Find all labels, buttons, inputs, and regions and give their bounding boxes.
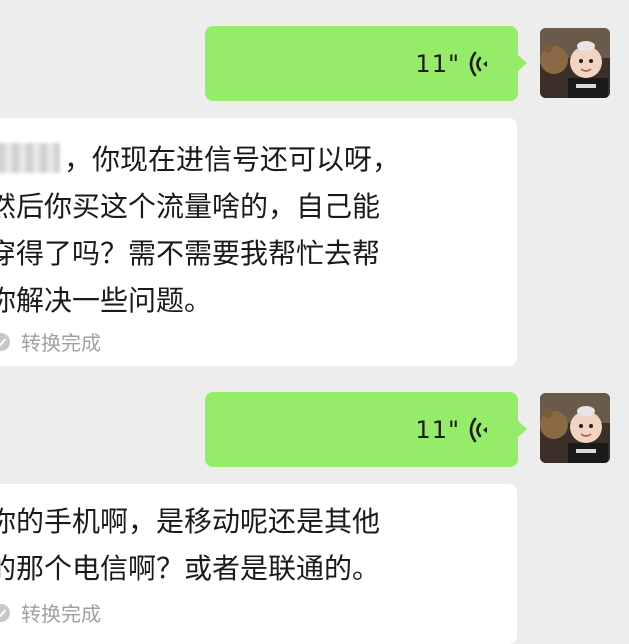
check-circle-icon [0,332,10,351]
transcript-card: 你的手机啊，是移动呢还是其他 的那个电信啊？或者是联通的。 转换完成 [0,484,517,644]
transcript-line: 你解决一些问题。 [0,284,213,317]
voice-wave-icon [469,417,487,443]
blurred-name [0,143,60,173]
voice-duration: 11" [415,50,460,78]
check-circle-icon [0,603,10,622]
transcript-line: 穿得了吗？需不需要我帮忙去帮 [0,237,381,270]
transcript-line: 你的手机啊，是移动呢还是其他 [0,505,381,538]
avatar[interactable] [540,393,610,463]
status-label: 转换完成 [21,331,101,355]
transcript-card: ，你现在进信号还可以呀， 然后你买这个流量啥的，自己能 穿得了吗？需不需要我帮忙… [0,118,517,366]
voice-message-bubble[interactable]: 11" [205,26,527,101]
transcript-line: 的那个电信啊？或者是联通的。 [0,552,381,585]
transcript-line: 然后你买这个流量啥的，自己能 [0,190,381,223]
voice-wave-icon [469,51,487,77]
baby-avatar-image [540,393,610,463]
status-label: 转换完成 [21,602,101,626]
baby-avatar-image [540,28,610,98]
conversion-status: 转换完成 [0,327,101,356]
voice-duration: 11" [415,416,460,444]
conversion-status: 转换完成 [0,598,101,627]
voice-message-bubble[interactable]: 11" [205,392,527,467]
transcript-line: ，你现在进信号还可以呀， [0,136,517,183]
avatar[interactable] [540,28,610,98]
